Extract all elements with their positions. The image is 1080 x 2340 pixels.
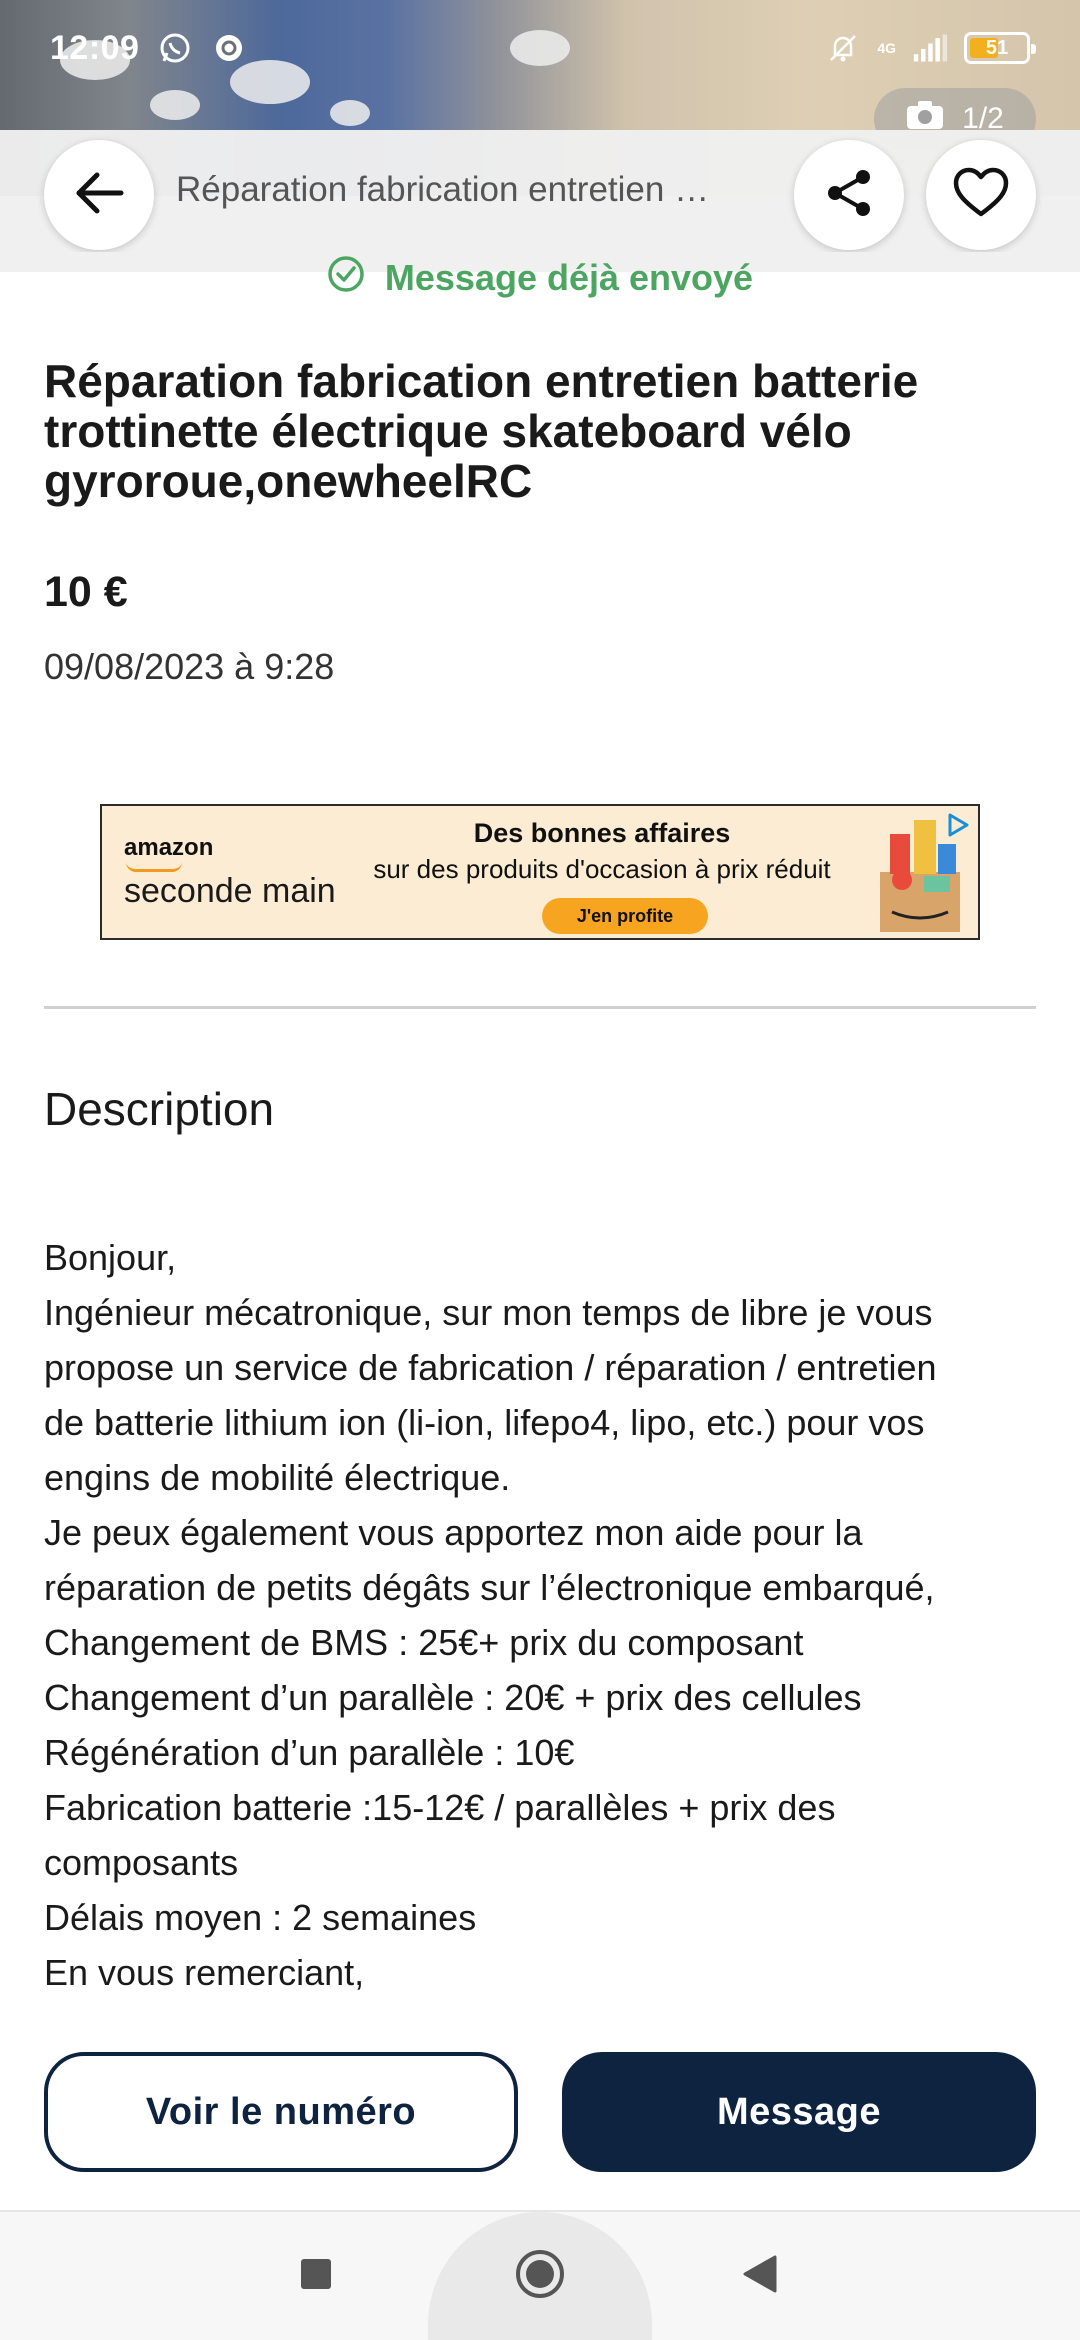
- home-button[interactable]: [508, 2244, 572, 2308]
- description-line: Changement de BMS : 25€+ prix du composa…: [44, 1622, 804, 1663]
- triangle-back-icon: [741, 2254, 779, 2299]
- favorite-button[interactable]: [926, 140, 1036, 250]
- description-body: Bonjour, Ingénieur mécatronique, sur mon…: [44, 1230, 1036, 2000]
- message-sent-text: Message déjà envoyé: [384, 257, 754, 298]
- ad-choices-icon[interactable]: [940, 810, 974, 840]
- description-line: En vous remerciant,: [44, 1952, 365, 1993]
- arrow-left-icon: [71, 165, 127, 226]
- back-button[interactable]: [44, 140, 154, 250]
- listing-title-line: Réparation fabrication entretien batteri…: [44, 355, 919, 407]
- ad-cta-button[interactable]: J'en profite: [542, 898, 708, 934]
- ad-brand-sub: seconde main: [124, 872, 336, 910]
- circle-icon: [514, 2248, 566, 2305]
- show-phone-button[interactable]: Voir le numéro: [44, 2052, 518, 2172]
- ad-headline: Des bonnes affaires: [473, 818, 731, 848]
- amazon-smile-icon: [126, 862, 182, 872]
- whatsapp-icon: [157, 30, 193, 66]
- message-sent-notice: Message déjà envoyé: [0, 252, 1080, 304]
- ad-banner[interactable]: amazon seconde main Des bonnes affaires …: [100, 804, 980, 940]
- section-divider: [44, 1006, 1036, 1009]
- header-title: Réparation fabrication entretien …: [176, 170, 710, 209]
- description-line: Changement d’un parallèle : 20€ + prix d…: [44, 1677, 862, 1718]
- recents-button[interactable]: [284, 2244, 348, 2308]
- heart-icon: [952, 166, 1010, 225]
- description-line: Je peux également vous apportez mon aide…: [44, 1512, 863, 1553]
- listing-date: 09/08/2023 à 9:28: [44, 646, 335, 687]
- description-heading: Description: [44, 1083, 275, 1135]
- listing-price: 10 €: [44, 568, 128, 616]
- network-type: 4G: [877, 40, 896, 56]
- description-line: Délais moyen : 2 semaines: [44, 1897, 477, 1938]
- battery-icon: 51: [964, 32, 1036, 64]
- description-line: Fabrication batterie :15-12€ / parallèle…: [44, 1787, 836, 1828]
- battery-percent: 51: [985, 36, 1009, 59]
- message-button[interactable]: Message: [562, 2052, 1036, 2172]
- share-icon: [821, 165, 877, 226]
- description-line: Ingénieur mécatronique, sur mon temps de…: [44, 1292, 933, 1333]
- description-line: Régénération d’un parallèle : 10€: [44, 1732, 575, 1773]
- share-button[interactable]: [794, 140, 904, 250]
- ad-text: sur des produits d'occasion à prix rédui…: [373, 854, 831, 884]
- square-icon: [299, 2257, 333, 2296]
- description-line: de batterie lithium ion (li-ion, lifepo4…: [44, 1402, 925, 1443]
- signal-icon: [912, 30, 948, 66]
- sync-icon: [211, 30, 247, 66]
- mute-bell-icon: [825, 30, 861, 66]
- listing-title: Réparation fabrication entretien batteri…: [44, 356, 1036, 506]
- description-line: propose un service de fabrication / répa…: [44, 1347, 937, 1388]
- status-time: 12:09: [50, 28, 140, 67]
- description-line: engins de mobilité électrique.: [44, 1457, 511, 1498]
- description-line: composants: [44, 1842, 239, 1883]
- listing-title-line: trottinette électrique skateboard vélo: [44, 405, 852, 457]
- listing-title-line: gyroroue,onewheelRC: [44, 455, 533, 507]
- ad-brand-logo: amazon: [124, 834, 214, 861]
- status-bar: 12:09 4G 51: [0, 0, 1080, 96]
- nav-back-button[interactable]: [728, 2244, 792, 2308]
- description-line: réparation de petits dégâts sur l’électr…: [44, 1567, 935, 1608]
- description-line: Bonjour,: [44, 1237, 177, 1278]
- check-circle-icon: [327, 255, 365, 302]
